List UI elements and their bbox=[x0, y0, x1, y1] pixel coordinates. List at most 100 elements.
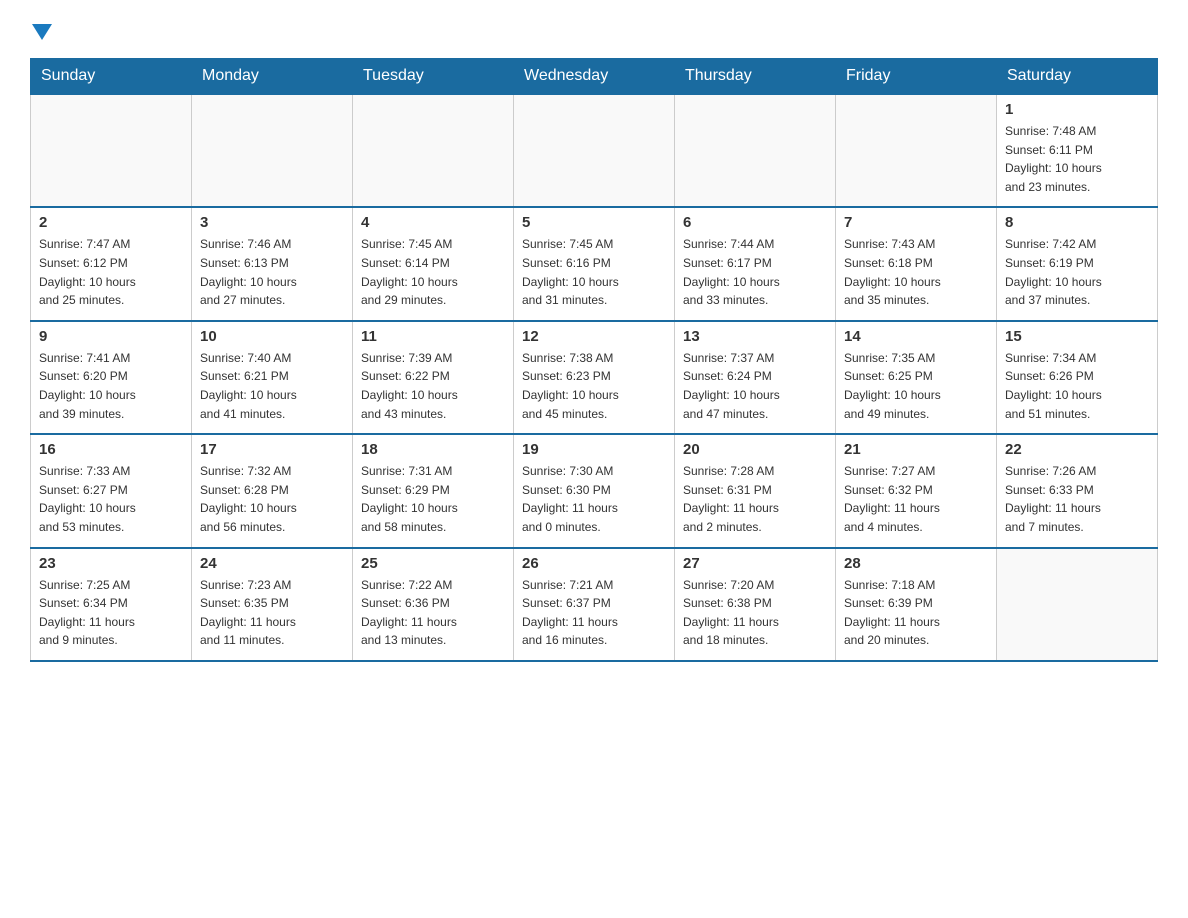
day-info: Sunrise: 7:45 AMSunset: 6:16 PMDaylight:… bbox=[522, 235, 666, 309]
calendar-cell: 4 Sunrise: 7:45 AMSunset: 6:14 PMDaylight… bbox=[353, 207, 514, 320]
day-number: 23 bbox=[39, 555, 183, 572]
calendar-week-row: 23 Sunrise: 7:25 AMSunset: 6:34 PMDayligh… bbox=[31, 548, 1158, 661]
day-info: Sunrise: 7:46 AMSunset: 6:13 PMDaylight:… bbox=[200, 235, 344, 309]
day-number: 8 bbox=[1005, 214, 1149, 231]
calendar-cell: 3 Sunrise: 7:46 AMSunset: 6:13 PMDaylight… bbox=[192, 207, 353, 320]
day-number: 9 bbox=[39, 328, 183, 345]
calendar-cell: 27 Sunrise: 7:20 AMSunset: 6:38 PMDayligh… bbox=[675, 548, 836, 661]
calendar-cell: 23 Sunrise: 7:25 AMSunset: 6:34 PMDayligh… bbox=[31, 548, 192, 661]
calendar-week-row: 9 Sunrise: 7:41 AMSunset: 6:20 PMDaylight… bbox=[31, 321, 1158, 434]
calendar-cell: 20 Sunrise: 7:28 AMSunset: 6:31 PMDayligh… bbox=[675, 434, 836, 547]
day-info: Sunrise: 7:20 AMSunset: 6:38 PMDaylight:… bbox=[683, 576, 827, 650]
day-info: Sunrise: 7:44 AMSunset: 6:17 PMDaylight:… bbox=[683, 235, 827, 309]
calendar-header-row: SundayMondayTuesdayWednesdayThursdayFrid… bbox=[31, 59, 1158, 95]
day-info: Sunrise: 7:35 AMSunset: 6:25 PMDaylight:… bbox=[844, 349, 988, 423]
day-number: 28 bbox=[844, 555, 988, 572]
calendar-cell: 19 Sunrise: 7:30 AMSunset: 6:30 PMDayligh… bbox=[514, 434, 675, 547]
day-info: Sunrise: 7:30 AMSunset: 6:30 PMDaylight:… bbox=[522, 462, 666, 536]
calendar-cell: 6 Sunrise: 7:44 AMSunset: 6:17 PMDaylight… bbox=[675, 207, 836, 320]
calendar-cell bbox=[192, 94, 353, 207]
day-info: Sunrise: 7:43 AMSunset: 6:18 PMDaylight:… bbox=[844, 235, 988, 309]
calendar-cell: 17Sunrise: 7:32 AMSunset: 6:28 PMDayligh… bbox=[192, 434, 353, 547]
day-info: Sunrise: 7:37 AMSunset: 6:24 PMDaylight:… bbox=[683, 349, 827, 423]
day-number: 7 bbox=[844, 214, 988, 231]
day-info: Sunrise: 7:34 AMSunset: 6:26 PMDaylight:… bbox=[1005, 349, 1149, 423]
day-number: 5 bbox=[522, 214, 666, 231]
day-number: 20 bbox=[683, 441, 827, 458]
weekday-header-monday: Monday bbox=[192, 59, 353, 95]
calendar-cell: 8 Sunrise: 7:42 AMSunset: 6:19 PMDaylight… bbox=[997, 207, 1158, 320]
day-number: 6 bbox=[683, 214, 827, 231]
day-number: 27 bbox=[683, 555, 827, 572]
logo bbox=[30, 24, 54, 40]
calendar-week-row: 2 Sunrise: 7:47 AMSunset: 6:12 PMDaylight… bbox=[31, 207, 1158, 320]
calendar-cell: 22 Sunrise: 7:26 AMSunset: 6:33 PMDayligh… bbox=[997, 434, 1158, 547]
day-info: Sunrise: 7:31 AMSunset: 6:29 PMDaylight:… bbox=[361, 462, 505, 536]
day-info: Sunrise: 7:23 AMSunset: 6:35 PMDaylight:… bbox=[200, 576, 344, 650]
day-info: Sunrise: 7:45 AMSunset: 6:14 PMDaylight:… bbox=[361, 235, 505, 309]
weekday-header-sunday: Sunday bbox=[31, 59, 192, 95]
calendar-cell: 28 Sunrise: 7:18 AMSunset: 6:39 PMDayligh… bbox=[836, 548, 997, 661]
calendar-cell: 14 Sunrise: 7:35 AMSunset: 6:25 PMDayligh… bbox=[836, 321, 997, 434]
calendar-cell: 12Sunrise: 7:38 AMSunset: 6:23 PMDayligh… bbox=[514, 321, 675, 434]
day-info: Sunrise: 7:21 AMSunset: 6:37 PMDaylight:… bbox=[522, 576, 666, 650]
calendar-cell: 21Sunrise: 7:27 AMSunset: 6:32 PMDayligh… bbox=[836, 434, 997, 547]
calendar-cell: 10 Sunrise: 7:40 AMSunset: 6:21 PMDayligh… bbox=[192, 321, 353, 434]
calendar-cell: 18 Sunrise: 7:31 AMSunset: 6:29 PMDayligh… bbox=[353, 434, 514, 547]
day-info: Sunrise: 7:18 AMSunset: 6:39 PMDaylight:… bbox=[844, 576, 988, 650]
day-info: Sunrise: 7:22 AMSunset: 6:36 PMDaylight:… bbox=[361, 576, 505, 650]
weekday-header-wednesday: Wednesday bbox=[514, 59, 675, 95]
calendar-cell bbox=[997, 548, 1158, 661]
day-info: Sunrise: 7:28 AMSunset: 6:31 PMDaylight:… bbox=[683, 462, 827, 536]
calendar-week-row: 1Sunrise: 7:48 AMSunset: 6:11 PMDaylight… bbox=[31, 94, 1158, 207]
day-info: Sunrise: 7:27 AMSunset: 6:32 PMDaylight:… bbox=[844, 462, 988, 536]
day-number: 26 bbox=[522, 555, 666, 572]
day-info: Sunrise: 7:25 AMSunset: 6:34 PMDaylight:… bbox=[39, 576, 183, 650]
calendar-cell bbox=[514, 94, 675, 207]
day-number: 13 bbox=[683, 328, 827, 345]
calendar-cell: 15 Sunrise: 7:34 AMSunset: 6:26 PMDayligh… bbox=[997, 321, 1158, 434]
calendar-cell: 16 Sunrise: 7:33 AMSunset: 6:27 PMDayligh… bbox=[31, 434, 192, 547]
day-info: Sunrise: 7:33 AMSunset: 6:27 PMDaylight:… bbox=[39, 462, 183, 536]
calendar-week-row: 16 Sunrise: 7:33 AMSunset: 6:27 PMDayligh… bbox=[31, 434, 1158, 547]
day-info: Sunrise: 7:38 AMSunset: 6:23 PMDaylight:… bbox=[522, 349, 666, 423]
calendar-cell: 25 Sunrise: 7:22 AMSunset: 6:36 PMDayligh… bbox=[353, 548, 514, 661]
calendar-cell: 5 Sunrise: 7:45 AMSunset: 6:16 PMDaylight… bbox=[514, 207, 675, 320]
day-number: 25 bbox=[361, 555, 505, 572]
weekday-header-tuesday: Tuesday bbox=[353, 59, 514, 95]
day-number: 19 bbox=[522, 441, 666, 458]
day-number: 1 bbox=[1005, 101, 1149, 118]
day-info: Sunrise: 7:42 AMSunset: 6:19 PMDaylight:… bbox=[1005, 235, 1149, 309]
day-info: Sunrise: 7:40 AMSunset: 6:21 PMDaylight:… bbox=[200, 349, 344, 423]
day-info: Sunrise: 7:32 AMSunset: 6:28 PMDaylight:… bbox=[200, 462, 344, 536]
calendar-table: SundayMondayTuesdayWednesdayThursdayFrid… bbox=[30, 58, 1158, 662]
page-header bbox=[30, 24, 1158, 40]
day-number: 14 bbox=[844, 328, 988, 345]
day-number: 18 bbox=[361, 441, 505, 458]
calendar-cell bbox=[675, 94, 836, 207]
weekday-header-thursday: Thursday bbox=[675, 59, 836, 95]
calendar-cell bbox=[836, 94, 997, 207]
calendar-cell: 13 Sunrise: 7:37 AMSunset: 6:24 PMDayligh… bbox=[675, 321, 836, 434]
calendar-cell: 11Sunrise: 7:39 AMSunset: 6:22 PMDayligh… bbox=[353, 321, 514, 434]
day-number: 3 bbox=[200, 214, 344, 231]
day-info: Sunrise: 7:41 AMSunset: 6:20 PMDaylight:… bbox=[39, 349, 183, 423]
calendar-cell: 7 Sunrise: 7:43 AMSunset: 6:18 PMDaylight… bbox=[836, 207, 997, 320]
day-number: 15 bbox=[1005, 328, 1149, 345]
day-number: 16 bbox=[39, 441, 183, 458]
weekday-header-friday: Friday bbox=[836, 59, 997, 95]
day-number: 4 bbox=[361, 214, 505, 231]
day-info: Sunrise: 7:26 AMSunset: 6:33 PMDaylight:… bbox=[1005, 462, 1149, 536]
logo-triangle-icon bbox=[32, 24, 52, 40]
day-number: 10 bbox=[200, 328, 344, 345]
day-number: 24 bbox=[200, 555, 344, 572]
day-number: 2 bbox=[39, 214, 183, 231]
calendar-cell bbox=[31, 94, 192, 207]
day-info: Sunrise: 7:47 AMSunset: 6:12 PMDaylight:… bbox=[39, 235, 183, 309]
calendar-cell: 1Sunrise: 7:48 AMSunset: 6:11 PMDaylight… bbox=[997, 94, 1158, 207]
day-number: 22 bbox=[1005, 441, 1149, 458]
weekday-header-saturday: Saturday bbox=[997, 59, 1158, 95]
calendar-cell bbox=[353, 94, 514, 207]
calendar-cell: 24 Sunrise: 7:23 AMSunset: 6:35 PMDayligh… bbox=[192, 548, 353, 661]
day-info: Sunrise: 7:39 AMSunset: 6:22 PMDaylight:… bbox=[361, 349, 505, 423]
